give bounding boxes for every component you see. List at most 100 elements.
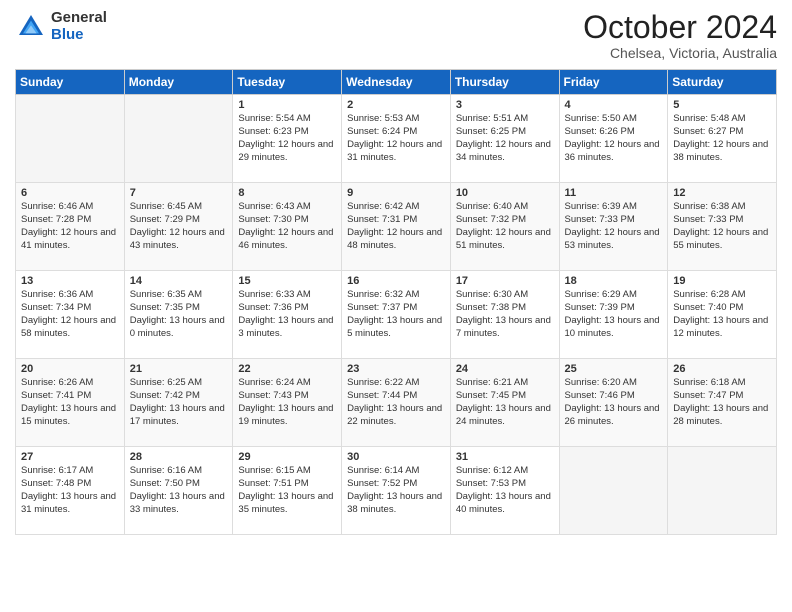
day-number: 17 (456, 275, 554, 287)
cell-info: Sunrise: 6:33 AMSunset: 7:36 PMDaylight:… (238, 289, 336, 340)
cell-info: Sunrise: 5:53 AMSunset: 6:24 PMDaylight:… (347, 113, 445, 164)
table-row: 15 Sunrise: 6:33 AMSunset: 7:36 PMDayligh… (233, 271, 342, 359)
table-row: 29 Sunrise: 6:15 AMSunset: 7:51 PMDayligh… (233, 447, 342, 535)
day-number: 26 (673, 363, 771, 375)
logo: General Blue (15, 10, 107, 43)
cell-info: Sunrise: 6:28 AMSunset: 7:40 PMDaylight:… (673, 289, 771, 340)
day-number: 8 (238, 187, 336, 199)
day-number: 25 (565, 363, 663, 375)
cell-info: Sunrise: 6:20 AMSunset: 7:46 PMDaylight:… (565, 377, 663, 428)
cell-info: Sunrise: 5:54 AMSunset: 6:23 PMDaylight:… (238, 113, 336, 164)
table-row: 2Sunrise: 5:53 AMSunset: 6:24 PMDaylight… (342, 95, 451, 183)
day-number: 31 (456, 451, 554, 463)
cell-info: Sunrise: 6:45 AMSunset: 7:29 PMDaylight:… (130, 201, 228, 252)
day-number: 28 (130, 451, 228, 463)
day-number: 30 (347, 451, 445, 463)
cell-info: Sunrise: 5:50 AMSunset: 6:26 PMDaylight:… (565, 113, 663, 164)
cell-info: Sunrise: 6:35 AMSunset: 7:35 PMDaylight:… (130, 289, 228, 340)
logo-general-label: General (51, 10, 107, 27)
cell-info: Sunrise: 6:40 AMSunset: 7:32 PMDaylight:… (456, 201, 554, 252)
table-row: 7 Sunrise: 6:45 AMSunset: 7:29 PMDaylight… (124, 183, 233, 271)
cell-info: Sunrise: 6:42 AMSunset: 7:31 PMDaylight:… (347, 201, 445, 252)
day-number: 15 (238, 275, 336, 287)
logo-blue-label: Blue (51, 27, 107, 44)
table-row: 22Sunrise: 6:24 AMSunset: 7:43 PMDayligh… (233, 359, 342, 447)
cell-info: Sunrise: 6:15 AMSunset: 7:51 PMDaylight:… (238, 465, 336, 516)
table-row: 28Sunrise: 6:16 AMSunset: 7:50 PMDayligh… (124, 447, 233, 535)
day-number: 10 (456, 187, 554, 199)
table-row: 21Sunrise: 6:25 AMSunset: 7:42 PMDayligh… (124, 359, 233, 447)
table-row: 31 Sunrise: 6:12 AMSunset: 7:53 PMDayligh… (450, 447, 559, 535)
cell-info: Sunrise: 6:12 AMSunset: 7:53 PMDaylight:… (456, 465, 554, 516)
day-number: 21 (130, 363, 228, 375)
table-row: 27 Sunrise: 6:17 AMSunset: 7:48 PMDayligh… (16, 447, 125, 535)
calendar-header-row: Sunday Monday Tuesday Wednesday Thursday… (16, 70, 777, 95)
day-number: 14 (130, 275, 228, 287)
day-number: 4 (565, 99, 663, 111)
cell-info: Sunrise: 5:51 AMSunset: 6:25 PMDaylight:… (456, 113, 554, 164)
day-number: 11 (565, 187, 663, 199)
cell-info: Sunrise: 6:38 AMSunset: 7:33 PMDaylight:… (673, 201, 771, 252)
day-number: 16 (347, 275, 445, 287)
cell-info: Sunrise: 6:43 AMSunset: 7:30 PMDaylight:… (238, 201, 336, 252)
table-row (559, 447, 668, 535)
table-row: 18Sunrise: 6:29 AMSunset: 7:39 PMDayligh… (559, 271, 668, 359)
table-row: 25 Sunrise: 6:20 AMSunset: 7:46 PMDayligh… (559, 359, 668, 447)
cell-info: Sunrise: 6:22 AMSunset: 7:44 PMDaylight:… (347, 377, 445, 428)
table-row: 24 Sunrise: 6:21 AMSunset: 7:45 PMDayligh… (450, 359, 559, 447)
col-thursday: Thursday (450, 70, 559, 95)
table-row: 4 Sunrise: 5:50 AMSunset: 6:26 PMDaylight… (559, 95, 668, 183)
cell-info: Sunrise: 6:46 AMSunset: 7:28 PMDaylight:… (21, 201, 119, 252)
cell-info: Sunrise: 5:48 AMSunset: 6:27 PMDaylight:… (673, 113, 771, 164)
cell-info: Sunrise: 6:14 AMSunset: 7:52 PMDaylight:… (347, 465, 445, 516)
month-title: October 2024 (583, 10, 777, 45)
table-row: 3 Sunrise: 5:51 AMSunset: 6:25 PMDaylight… (450, 95, 559, 183)
table-row: 16 Sunrise: 6:32 AMSunset: 7:37 PMDayligh… (342, 271, 451, 359)
header: General Blue October 2024 Chelsea, Victo… (15, 10, 777, 61)
location: Chelsea, Victoria, Australia (583, 45, 777, 61)
day-number: 19 (673, 275, 771, 287)
table-row: 13Sunrise: 6:36 AMSunset: 7:34 PMDayligh… (16, 271, 125, 359)
col-sunday: Sunday (16, 70, 125, 95)
day-number: 24 (456, 363, 554, 375)
table-row: 11Sunrise: 6:39 AMSunset: 7:33 PMDayligh… (559, 183, 668, 271)
day-number: 22 (238, 363, 336, 375)
cell-info: Sunrise: 6:21 AMSunset: 7:45 PMDaylight:… (456, 377, 554, 428)
table-row (16, 95, 125, 183)
table-row: 8 Sunrise: 6:43 AMSunset: 7:30 PMDaylight… (233, 183, 342, 271)
calendar-week-row: 1Sunrise: 5:54 AMSunset: 6:23 PMDaylight… (16, 95, 777, 183)
day-number: 29 (238, 451, 336, 463)
day-number: 5 (673, 99, 771, 111)
day-number: 7 (130, 187, 228, 199)
cell-info: Sunrise: 6:30 AMSunset: 7:38 PMDaylight:… (456, 289, 554, 340)
table-row: 14 Sunrise: 6:35 AMSunset: 7:35 PMDayligh… (124, 271, 233, 359)
table-row: 6 Sunrise: 6:46 AMSunset: 7:28 PMDaylight… (16, 183, 125, 271)
table-row: 10 Sunrise: 6:40 AMSunset: 7:32 PMDayligh… (450, 183, 559, 271)
cell-info: Sunrise: 6:18 AMSunset: 7:47 PMDaylight:… (673, 377, 771, 428)
cell-info: Sunrise: 6:32 AMSunset: 7:37 PMDaylight:… (347, 289, 445, 340)
cell-info: Sunrise: 6:17 AMSunset: 7:48 PMDaylight:… (21, 465, 119, 516)
col-friday: Friday (559, 70, 668, 95)
table-row: 17 Sunrise: 6:30 AMSunset: 7:38 PMDayligh… (450, 271, 559, 359)
page: General Blue October 2024 Chelsea, Victo… (0, 0, 792, 612)
day-number: 27 (21, 451, 119, 463)
title-block: October 2024 Chelsea, Victoria, Australi… (583, 10, 777, 61)
calendar-week-row: 27 Sunrise: 6:17 AMSunset: 7:48 PMDayligh… (16, 447, 777, 535)
table-row: 1Sunrise: 5:54 AMSunset: 6:23 PMDaylight… (233, 95, 342, 183)
col-monday: Monday (124, 70, 233, 95)
table-row: 30 Sunrise: 6:14 AMSunset: 7:52 PMDayligh… (342, 447, 451, 535)
calendar-week-row: 20Sunrise: 6:26 AMSunset: 7:41 PMDayligh… (16, 359, 777, 447)
day-number: 13 (21, 275, 119, 287)
day-number: 3 (456, 99, 554, 111)
logo-text: General Blue (51, 10, 107, 43)
table-row: 20Sunrise: 6:26 AMSunset: 7:41 PMDayligh… (16, 359, 125, 447)
table-row: 23Sunrise: 6:22 AMSunset: 7:44 PMDayligh… (342, 359, 451, 447)
day-number: 6 (21, 187, 119, 199)
calendar-week-row: 13Sunrise: 6:36 AMSunset: 7:34 PMDayligh… (16, 271, 777, 359)
calendar-table: Sunday Monday Tuesday Wednesday Thursday… (15, 69, 777, 535)
col-tuesday: Tuesday (233, 70, 342, 95)
day-number: 18 (565, 275, 663, 287)
day-number: 20 (21, 363, 119, 375)
col-wednesday: Wednesday (342, 70, 451, 95)
calendar-week-row: 6 Sunrise: 6:46 AMSunset: 7:28 PMDaylight… (16, 183, 777, 271)
